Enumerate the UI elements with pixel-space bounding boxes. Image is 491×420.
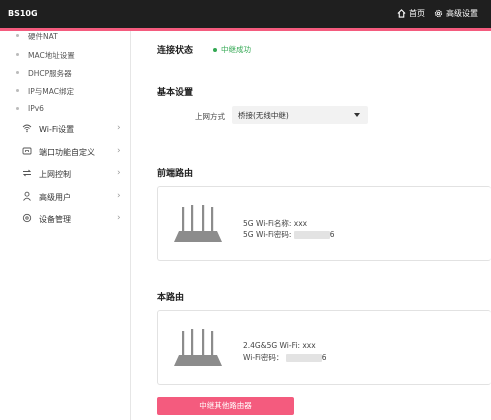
user-icon — [23, 191, 31, 201]
internet-mode-select[interactable]: 桥接(无线中继) — [232, 106, 368, 124]
sidebar-subitem-label: 硬件NAT — [28, 32, 58, 41]
sidebar-item-advanced-user[interactable]: 高级用户 › — [22, 190, 127, 206]
home-link[interactable]: 首页 — [397, 8, 425, 19]
relay-other-router-button[interactable]: 中继其他路由器 — [157, 397, 294, 415]
bullet-dot — [16, 107, 19, 110]
home-icon — [397, 9, 406, 18]
status-dot-icon — [213, 47, 217, 52]
chevron-right-icon: › — [117, 146, 121, 156]
bullet-dot — [16, 34, 19, 37]
sidebar-item-label: 上网控制 — [39, 170, 71, 179]
transfer-icon — [22, 169, 32, 177]
chevron-right-icon: › — [117, 191, 121, 201]
upstream-router-card: 5G Wi-Fi名称: xxx 5G Wi-Fi密码: 6 — [157, 186, 491, 261]
connection-status: 中继成功 — [213, 44, 251, 55]
connection-status-title: 连接状态 — [157, 46, 194, 56]
connection-status-value: 中继成功 — [221, 45, 251, 54]
advanced-label: 高级设置 — [446, 9, 478, 18]
sidebar-subitem-label: MAC地址设置 — [28, 51, 75, 60]
sidebar-item-internet-control[interactable]: 上网控制 › — [22, 167, 127, 183]
this-router-password-tail: 6 — [321, 353, 327, 362]
basic-settings-title: 基本设置 — [157, 88, 194, 98]
port-icon — [22, 147, 32, 155]
bullet-dot — [16, 89, 19, 92]
chevron-right-icon: › — [117, 123, 121, 133]
caret-down-icon — [354, 113, 360, 117]
sidebar-item-label: 设备管理 — [39, 215, 71, 224]
wifi-icon — [22, 124, 32, 133]
this-router-title: 本路由 — [157, 293, 185, 303]
sidebar-subitem-mac[interactable]: MAC地址设置 — [16, 50, 75, 61]
sidebar-subitem-dhcp[interactable]: DHCP服务器 — [16, 68, 72, 79]
redacted-password — [293, 231, 330, 239]
redacted-password — [285, 354, 322, 362]
home-label: 首页 — [409, 9, 425, 18]
sidebar-subitem-ip-mac[interactable]: IP与MAC绑定 — [16, 86, 74, 97]
upstream-password-tail: 6 — [329, 230, 335, 239]
model-name: BS10G — [8, 9, 38, 18]
sidebar-subitem-ipv6[interactable]: IPv6 — [16, 104, 44, 113]
internet-mode-label: 上网方式 — [195, 112, 225, 121]
gear-icon — [434, 9, 443, 18]
chevron-right-icon: › — [117, 213, 121, 223]
bullet-dot — [16, 53, 19, 56]
router-icon — [174, 205, 222, 242]
sidebar-item-port[interactable]: 端口功能自定义 › — [22, 145, 127, 161]
sidebar-item-device-management[interactable]: 设备管理 › — [22, 212, 127, 228]
sidebar: 硬件NAT MAC地址设置 DHCP服务器 IP与MAC绑定 IPv6 Wi-F… — [0, 31, 131, 420]
chevron-right-icon: › — [117, 168, 121, 178]
sidebar-item-label: Wi-Fi设置 — [39, 125, 75, 134]
upstream-password-label: 5G Wi-Fi密码: — [243, 230, 292, 239]
sidebar-item-label: 端口功能自定义 — [39, 148, 95, 157]
sidebar-subitem-label: IP与MAC绑定 — [28, 87, 74, 96]
bullet-dot — [16, 71, 19, 74]
upstream-ssid: 5G Wi-Fi名称: xxx — [243, 219, 308, 228]
upstream-router-title: 前端路由 — [157, 169, 194, 179]
sidebar-subitem-hardware-nat[interactable]: 硬件NAT — [16, 31, 58, 42]
gear-icon — [22, 213, 32, 223]
sidebar-subitem-label: IPv6 — [28, 104, 44, 113]
sidebar-item-wifi[interactable]: Wi-Fi设置 › — [22, 122, 127, 138]
sidebar-item-label: 高级用户 — [39, 193, 71, 202]
top-bar: BS10G 首页 高级设置 — [0, 0, 491, 28]
this-router-card: 2.4G&5G Wi-Fi: xxx Wi-Fi密码： 6 — [157, 310, 491, 385]
internet-mode-value: 桥接(无线中继) — [238, 111, 289, 120]
this-router-password-label: Wi-Fi密码： — [243, 353, 284, 362]
router-icon — [174, 329, 222, 366]
sidebar-subitem-label: DHCP服务器 — [28, 69, 72, 78]
advanced-settings-link[interactable]: 高级设置 — [434, 8, 478, 19]
this-router-ssid: 2.4G&5G Wi-Fi: xxx — [243, 341, 316, 350]
this-router-password: Wi-Fi密码： 6 — [243, 352, 327, 363]
upstream-password: 5G Wi-Fi密码: 6 — [243, 229, 335, 240]
